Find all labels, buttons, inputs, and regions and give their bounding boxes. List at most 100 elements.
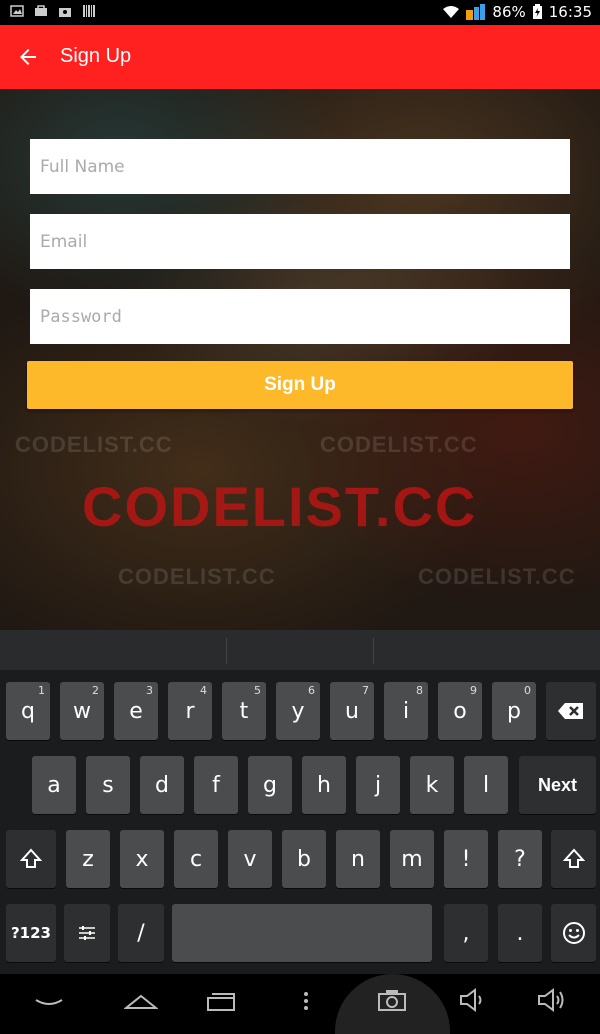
arrow-left-icon[interactable] (16, 45, 40, 69)
backspace-key[interactable] (546, 682, 596, 740)
camera-icon[interactable] (377, 986, 407, 1014)
key-x[interactable]: x (120, 830, 164, 888)
shift-key-right[interactable] (551, 830, 596, 888)
nav-menu-icon[interactable] (298, 986, 314, 1014)
key-number-hint: 2 (92, 684, 99, 697)
key-v[interactable]: v (228, 830, 272, 888)
nav-home-icon[interactable] (124, 986, 158, 1014)
key-g[interactable]: g (248, 756, 292, 814)
watermark-small: CODELIST.CC (118, 564, 276, 589)
sign-up-button[interactable]: Sign Up (27, 361, 573, 409)
watermark-small: CODELIST.CC (320, 432, 478, 457)
battery-icon (532, 4, 542, 19)
barcode-notification-icon (83, 5, 95, 17)
battery-percent: 86% (492, 3, 526, 21)
wifi-icon (443, 6, 460, 18)
key-q[interactable]: q1 (6, 682, 50, 740)
key-a[interactable]: a (32, 756, 76, 814)
key-label: o (453, 698, 467, 724)
key-y[interactable]: y6 (276, 682, 320, 740)
key-label: w (73, 698, 91, 724)
key-label: q (21, 698, 35, 724)
shift-key-left[interactable] (6, 830, 56, 888)
emoji-icon (562, 922, 585, 944)
key-label: p (507, 698, 521, 724)
system-nav-bar (0, 974, 600, 1034)
key-m[interactable]: m (390, 830, 434, 888)
key-number-hint: 1 (38, 684, 45, 697)
image-notification-icon (10, 5, 24, 17)
key-number-hint: 4 (200, 684, 207, 697)
soft-keyboard: q1 w2 e3 r4 t5 y6 u7 i8 o9 p0 a s d f g … (0, 630, 600, 974)
key-period[interactable]: . (498, 904, 542, 962)
key-label: t (239, 698, 249, 724)
key-l[interactable]: l (464, 756, 508, 814)
key-j[interactable]: j (356, 756, 400, 814)
key-w[interactable]: w2 (60, 682, 104, 740)
clock: 16:35 (548, 3, 592, 21)
key-exclamation[interactable]: ! (444, 830, 488, 888)
page-title: Sign Up (60, 45, 132, 67)
key-o[interactable]: o9 (438, 682, 482, 740)
keyboard-settings-icon (79, 926, 95, 940)
suggestion-strip (0, 630, 600, 670)
key-number-hint: 8 (416, 684, 423, 697)
key-number-hint: 7 (362, 684, 369, 697)
backspace-icon (558, 703, 583, 719)
key-comma[interactable]: , (444, 904, 488, 962)
key-t[interactable]: t5 (222, 682, 266, 740)
key-label: e (129, 698, 143, 724)
signal-icon (466, 4, 486, 20)
full-name-input[interactable] (30, 139, 570, 194)
key-number-hint: 6 (308, 684, 315, 697)
key-e[interactable]: e3 (114, 682, 158, 740)
key-number-hint: 9 (470, 684, 477, 697)
volume-down-icon[interactable] (458, 986, 488, 1014)
suggestion-divider (373, 638, 374, 664)
key-k[interactable]: k (410, 756, 454, 814)
bag-notification-icon (59, 8, 71, 17)
next-key[interactable]: Next (519, 756, 596, 814)
briefcase-notification-icon (35, 5, 47, 16)
space-key[interactable] (172, 904, 432, 962)
key-number-hint: 0 (524, 684, 531, 697)
watermark-small: CODELIST.CC (15, 432, 173, 457)
key-z[interactable]: z (66, 830, 110, 888)
key-label: r (185, 698, 195, 724)
key-c[interactable]: c (174, 830, 218, 888)
key-number-hint: 5 (254, 684, 261, 697)
email-input[interactable] (30, 214, 570, 269)
status-bar: 86% 16:35 (0, 0, 600, 25)
volume-up-icon[interactable] (536, 986, 566, 1014)
key-r[interactable]: r4 (168, 682, 212, 740)
system-status: 86% 16:35 (442, 3, 592, 21)
keyboard-settings-key[interactable] (64, 904, 110, 962)
app-bar: Sign Up (0, 25, 600, 89)
key-p[interactable]: p0 (492, 682, 536, 740)
password-input[interactable] (30, 289, 570, 344)
nav-back-icon[interactable] (34, 986, 64, 1014)
key-n[interactable]: n (336, 830, 380, 888)
key-question[interactable]: ? (498, 830, 542, 888)
key-s[interactable]: s (86, 756, 130, 814)
key-label: u (345, 698, 359, 724)
key-f[interactable]: f (194, 756, 238, 814)
emoji-key[interactable] (551, 904, 596, 962)
key-h[interactable]: h (302, 756, 346, 814)
watermark-big: CODELIST.CC (82, 475, 478, 538)
suggestion-divider (226, 638, 227, 664)
notification-icons (10, 4, 96, 18)
shift-icon (20, 848, 42, 868)
key-d[interactable]: d (140, 756, 184, 814)
key-i[interactable]: i8 (384, 682, 428, 740)
symbols-key[interactable]: ?123 (6, 904, 56, 962)
shift-icon (562, 848, 585, 868)
key-number-hint: 3 (146, 684, 153, 697)
key-label: i (402, 698, 410, 724)
watermark-small: CODELIST.CC (418, 564, 576, 589)
key-slash[interactable]: / (118, 904, 164, 962)
key-label: y (291, 698, 305, 724)
key-u[interactable]: u7 (330, 682, 374, 740)
key-b[interactable]: b (282, 830, 326, 888)
nav-recents-icon[interactable] (204, 986, 238, 1014)
